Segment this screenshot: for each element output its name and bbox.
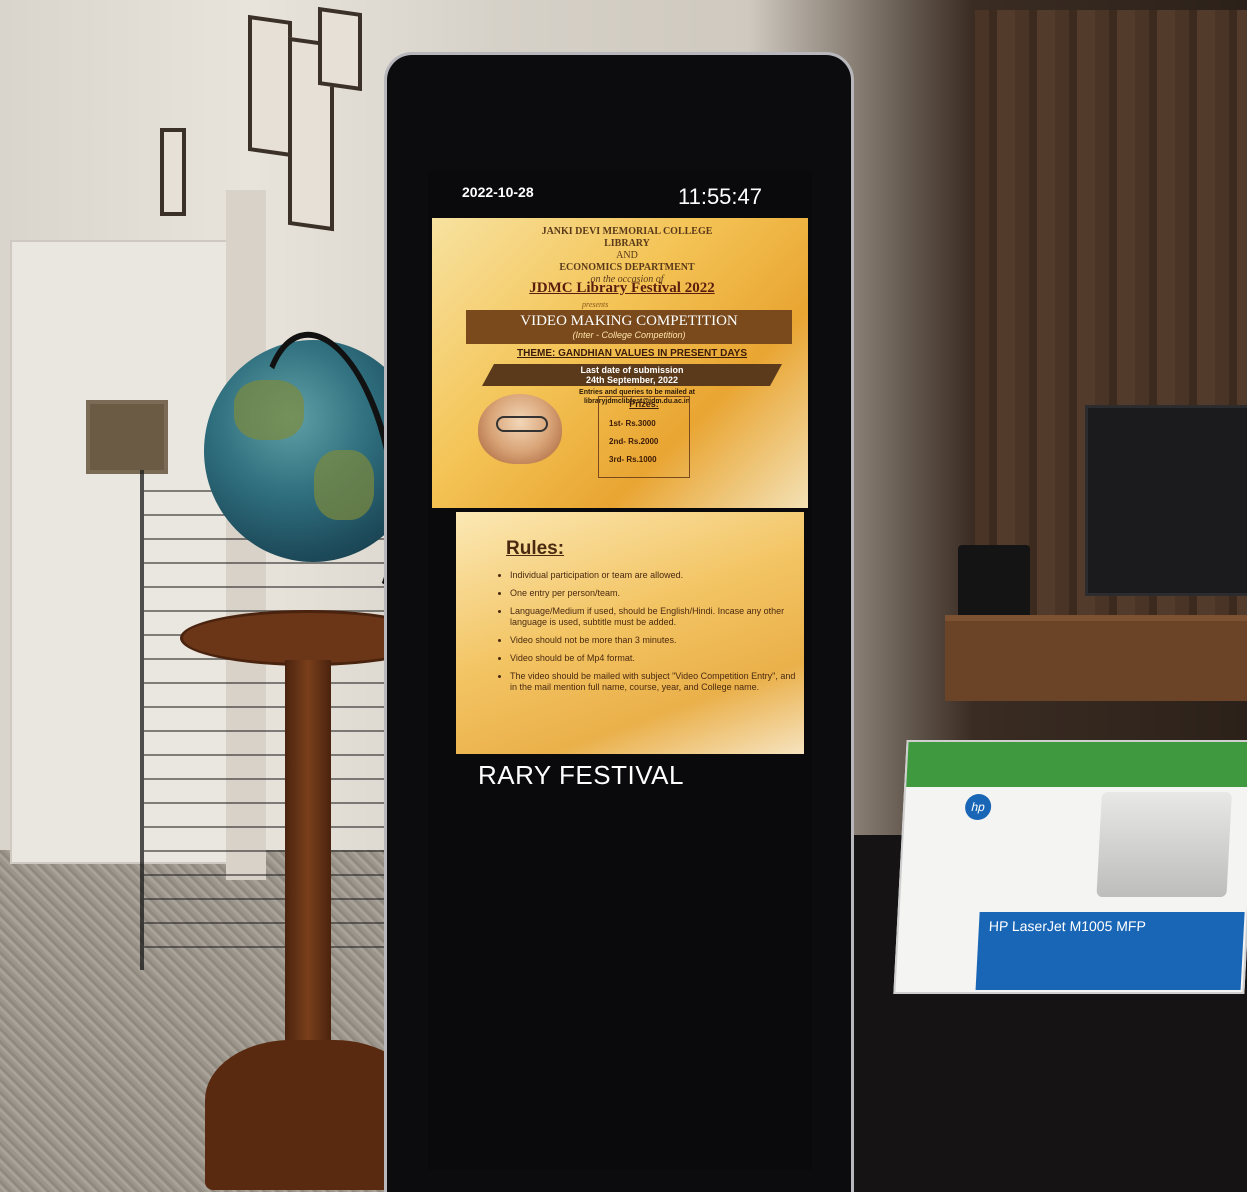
kiosk-screen[interactable]: 2022-10-28 11:55:47 JANKI DEVI MEMORIAL … [428, 170, 812, 1170]
deadline-line: Last date of submission [580, 365, 684, 375]
prize-item: 3rd- Rs.1000 [609, 455, 657, 464]
desktop-monitor [1085, 405, 1247, 596]
wooden-shelf [945, 615, 1247, 701]
scene: hp HP LaserJet M1005 MFP 2022-10-28 11:5… [0, 0, 1247, 1192]
printer-box: hp HP LaserJet M1005 MFP [893, 740, 1247, 994]
rule-item: The video should be mailed with subject … [510, 671, 802, 693]
display-time: 11:55:47 [678, 184, 763, 209]
wall-frame [248, 14, 292, 158]
college-line: LIBRARY [604, 238, 650, 249]
rules-poster: Rules: Individual participation or team … [456, 512, 804, 754]
prizes-heading: Prizes: [629, 399, 659, 409]
prize-item: 2nd- Rs.2000 [609, 437, 659, 446]
college-heading: JANKI DEVI MEMORIAL COLLEGE LIBRARY AND … [492, 226, 762, 286]
printer-image [1096, 792, 1232, 897]
rules-heading: Rules: [506, 538, 565, 559]
rule-item: Individual participation or team are all… [510, 570, 802, 581]
wall-frame [160, 128, 186, 216]
scrolling-ticker: RARY FESTIVAL [478, 760, 684, 790]
printer-box-green-band [906, 742, 1247, 787]
rule-item: Language/Medium if used, should be Engli… [510, 606, 802, 628]
rule-item: Video should be of Mp4 format. [510, 653, 802, 664]
rules-list: Individual participation or team are all… [498, 570, 802, 700]
competition-theme: THEME: GANDHIAN VALUES IN PRESENT DAYS [516, 348, 748, 359]
deadline-banner: Last date of submission 24th September, … [482, 364, 782, 386]
college-line: ECONOMICS DEPARTMENT [559, 262, 695, 273]
college-line: AND [616, 250, 638, 261]
clock-row: 2022-10-28 11:55:47 [428, 170, 812, 220]
prizes-box: Prizes: 1st- Rs.3000 2nd- Rs.2000 3rd- R… [598, 396, 690, 478]
wall-frame [318, 6, 362, 92]
door-portrait [86, 400, 168, 474]
rule-item: Video should not be more than 3 minutes. [510, 635, 802, 646]
competition-banner: VIDEO MAKING COMPETITION (Inter - Colleg… [466, 310, 792, 344]
deadline-text: Last date of submission 24th September, … [482, 365, 782, 385]
deadline-line: 24th September, 2022 [585, 375, 679, 385]
competition-poster: JANKI DEVI MEMORIAL COLLEGE LIBRARY AND … [432, 218, 808, 508]
hp-logo: hp [964, 794, 992, 820]
presents-text: presents [582, 300, 609, 309]
wooden-stand-pole [285, 660, 331, 1060]
glasses-icon [496, 416, 548, 432]
printer-model-label: HP LaserJet M1005 MFP [988, 918, 1147, 934]
display-date: 2022-10-28 [462, 184, 534, 200]
rule-item: One entry per person/team. [510, 588, 802, 599]
competition-title: VIDEO MAKING COMPETITION [520, 313, 738, 329]
competition-subtitle: (Inter - College Competition) [572, 330, 686, 340]
college-line: JANKI DEVI MEMORIAL COLLEGE [541, 226, 713, 237]
festival-title: JDMC Library Festival 2022 [529, 280, 715, 296]
prize-item: 1st- Rs.3000 [609, 419, 656, 428]
